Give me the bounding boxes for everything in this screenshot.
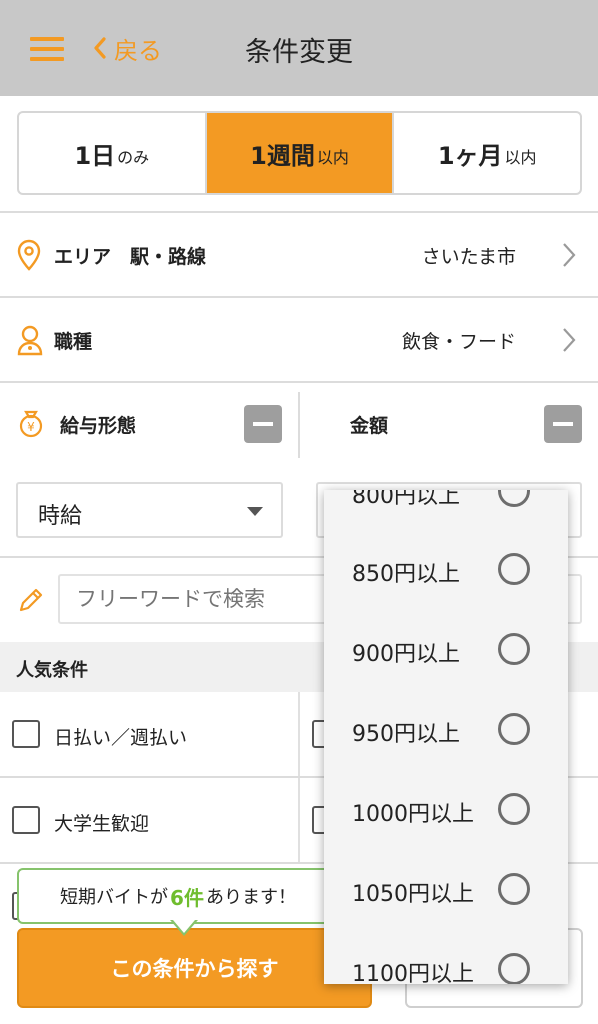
amount-option[interactable]: 900円以上 <box>324 610 568 690</box>
salary-type-select[interactable]: 時給 <box>16 482 283 538</box>
amount-option-label: 800円以上 <box>352 490 460 509</box>
collapse-amount-button[interactable] <box>544 405 582 443</box>
tab-label-sub: のみ <box>117 147 150 167</box>
radio-button[interactable] <box>498 490 530 507</box>
radio-button[interactable] <box>498 953 530 984</box>
job-type-label: 職種 <box>54 330 93 353</box>
checkbox-label: 日払い／週払い <box>54 727 188 749</box>
tab-label-sub: 以内 <box>316 147 349 167</box>
period-tabs: 1日 のみ 1週間 以内 1ヶ月 以内 <box>17 111 582 195</box>
salary-type-value: 時給 <box>38 504 83 529</box>
amount-label: 金額 <box>350 415 389 437</box>
amount-option-label: 1000円以上 <box>352 802 474 827</box>
area-label: エリア 駅・路線 <box>54 245 207 268</box>
area-row[interactable]: エリア 駅・路線 さいたま市 <box>0 214 598 296</box>
money-bag-icon: ¥ <box>19 410 43 438</box>
amount-option[interactable]: 950円以上 <box>324 690 568 770</box>
amount-option[interactable]: 1000円以上 <box>324 770 568 850</box>
result-count-tooltip: 短期バイトが 6件 あります！ <box>17 868 339 924</box>
divider <box>0 381 598 383</box>
tab-1-week[interactable]: 1週間 以内 <box>206 113 395 193</box>
amount-option-label: 850円以上 <box>352 562 460 587</box>
checkbox-label: 大学生歓迎 <box>54 813 150 835</box>
search-with-conditions-button[interactable]: この条件から探す <box>17 928 372 1008</box>
radio-button[interactable] <box>498 633 530 665</box>
amount-dropdown: 800円以上 850円以上 900円以上 950円以上 1000円以上 1050… <box>324 490 568 984</box>
divider <box>0 211 598 213</box>
tooltip-prefix: 短期バイトが <box>60 887 169 908</box>
location-pin-icon <box>17 239 41 271</box>
amount-option-label: 950円以上 <box>352 722 460 747</box>
amount-option[interactable]: 800円以上 <box>324 490 568 532</box>
radio-button[interactable] <box>498 553 530 585</box>
tooltip-tail <box>173 920 195 933</box>
dropdown-arrow-icon <box>247 507 263 516</box>
person-icon <box>17 325 43 356</box>
svg-text:¥: ¥ <box>27 420 35 434</box>
chevron-right-icon <box>563 328 576 352</box>
amount-option-label: 900円以上 <box>352 642 460 667</box>
search-button-label: この条件から探す <box>110 957 279 981</box>
tab-1-month[interactable]: 1ヶ月 以内 <box>394 113 580 193</box>
tab-label-main: 1日 <box>74 141 116 170</box>
divider <box>298 778 300 864</box>
tab-label-main: 1ヶ月 <box>437 141 503 170</box>
divider <box>0 296 598 298</box>
popular-conditions-title: 人気条件 <box>16 660 88 681</box>
amount-option[interactable]: 1100円以上 <box>324 930 568 984</box>
divider <box>298 392 300 458</box>
salary-type-label: 給与形態 <box>60 415 137 437</box>
radio-button[interactable] <box>498 873 530 905</box>
tooltip-suffix: あります！ <box>205 887 296 908</box>
amount-option-label: 1050円以上 <box>352 882 474 907</box>
tab-label-sub: 以内 <box>504 147 537 167</box>
radio-button[interactable] <box>498 713 530 745</box>
checkbox-university-students[interactable] <box>12 806 40 834</box>
app-header: 戻る 条件変更 <box>0 0 598 96</box>
page-title: 条件変更 <box>245 37 353 68</box>
amount-option[interactable]: 1050円以上 <box>324 850 568 930</box>
pencil-icon <box>19 588 43 612</box>
checkbox-daily-weekly-pay[interactable] <box>12 720 40 748</box>
tab-label-main: 1週間 <box>250 141 315 170</box>
radio-button[interactable] <box>498 793 530 825</box>
job-type-row[interactable]: 職種 飲食・フード <box>0 299 598 381</box>
tab-1-day[interactable]: 1日 のみ <box>19 113 207 193</box>
area-value: さいたま市 <box>421 245 516 268</box>
divider <box>298 692 300 778</box>
job-type-value: 飲食・フード <box>401 330 516 353</box>
result-count: 6件 <box>170 885 204 910</box>
amount-option[interactable]: 850円以上 <box>324 530 568 610</box>
collapse-salary-type-button[interactable] <box>244 405 282 443</box>
chevron-right-icon <box>563 243 576 267</box>
amount-option-label: 1100円以上 <box>352 962 474 984</box>
